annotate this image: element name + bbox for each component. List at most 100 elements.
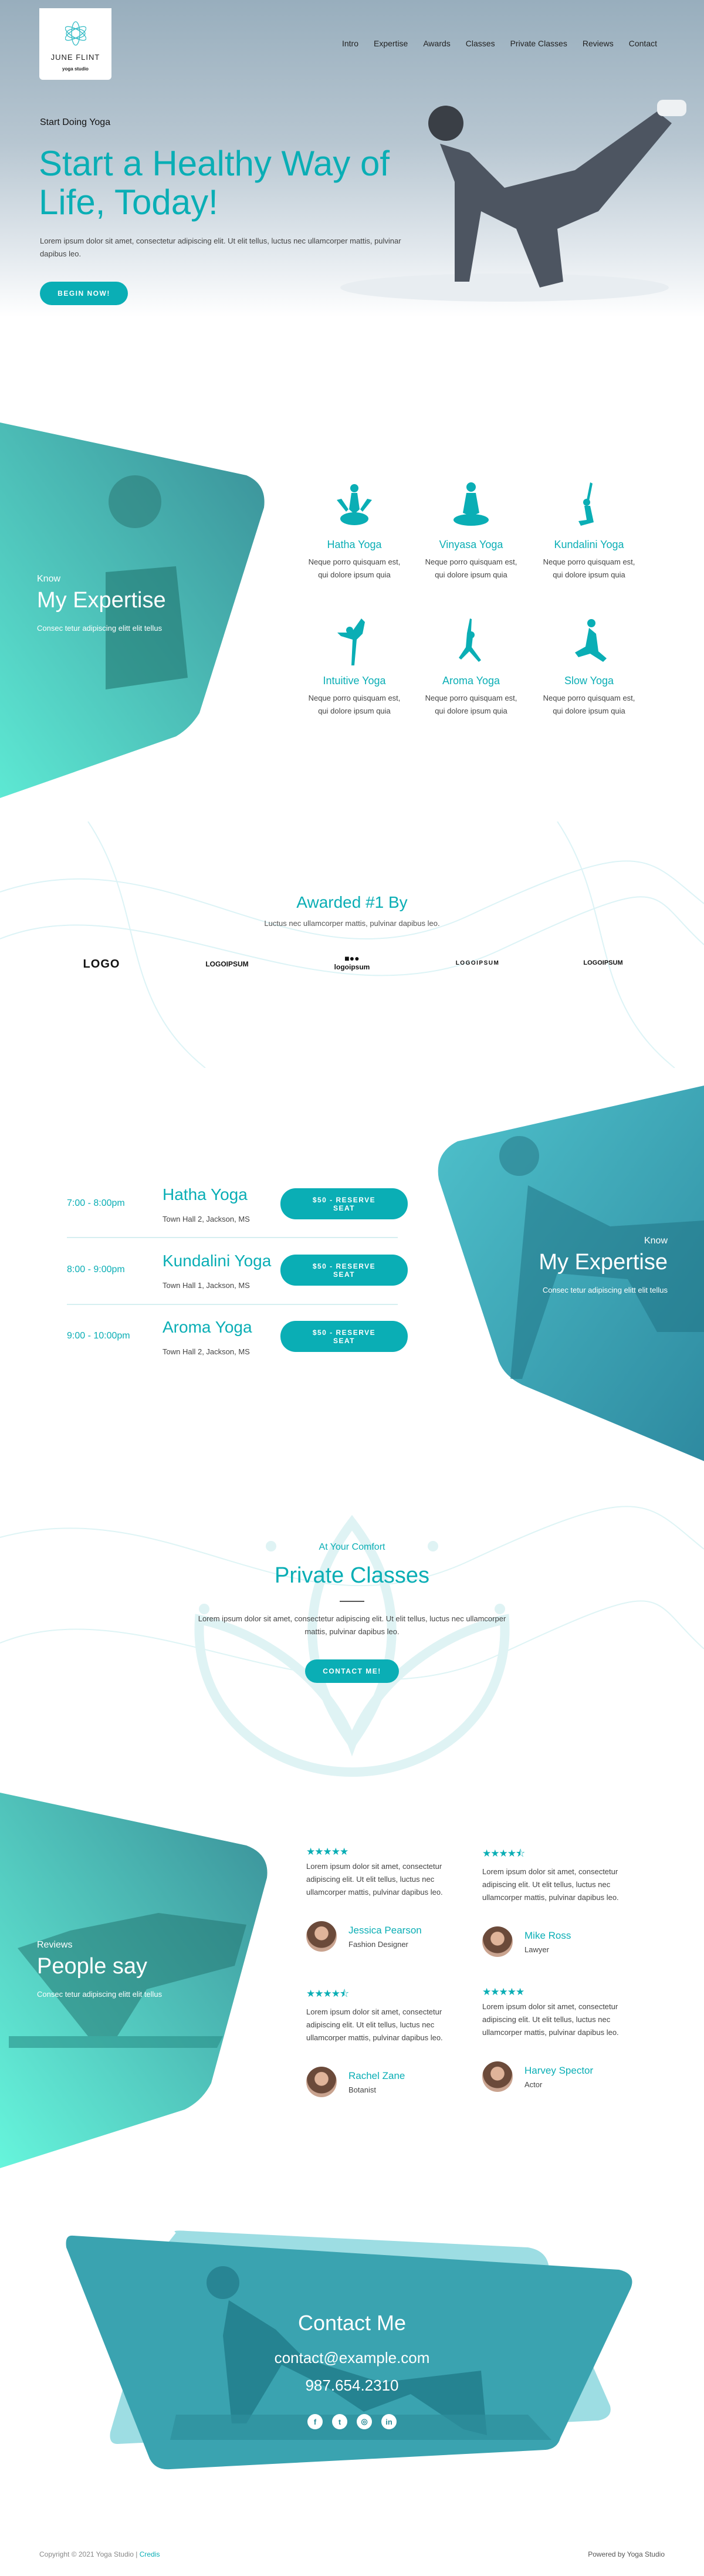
nav-classes[interactable]: Classes (466, 39, 495, 48)
avatar (482, 2061, 513, 2092)
nav-contact[interactable]: Contact (629, 39, 657, 48)
award-logo-1: LOGO (83, 958, 120, 971)
expertise-eyebrow: Know (37, 574, 61, 584)
reserve-seat-button[interactable]: $50 - RESERVE SEAT (280, 1321, 408, 1352)
expertise-item-text: Neque porro quisquam est, qui dolore ips… (308, 557, 401, 579)
begin-now-button[interactable]: BEGIN NOW! (40, 282, 128, 305)
social-links: f t ◎ in (307, 2414, 397, 2429)
award-logo-5: LOGOIPSUM (583, 959, 623, 966)
expertise-subtitle: Consec tetur adipiscing elitt elit tellu… (37, 624, 163, 633)
expertise-item: Aroma Yoga Neque porro quisquam est, qui… (421, 618, 521, 718)
reviewer-name: Jessica Pearson (348, 1924, 422, 1936)
class-time: 8:00 - 9:00pm (67, 1265, 125, 1275)
linkedin-icon[interactable]: in (381, 2414, 397, 2429)
review-card: ★★★★⯪ Lorem ipsum dolor sit amet, consec… (482, 1846, 635, 1957)
expertise-item-text: Neque porro quisquam est, qui dolore ips… (543, 557, 635, 579)
reviews-title: People say (37, 1954, 148, 1979)
expertise-item: Hatha Yoga Neque porro quisquam est, qui… (304, 482, 404, 582)
reviewer-name: Mike Ross (524, 1929, 571, 1941)
award-logo-3: ■●● logoipsum (334, 954, 370, 971)
reserve-seat-button[interactable]: $50 - RESERVE SEAT (280, 1188, 408, 1219)
divider (67, 1237, 398, 1238)
reviewer-role: Lawyer (524, 1945, 549, 1954)
review-text: Lorem ipsum dolor sit amet, consectetur … (482, 2002, 619, 2037)
expertise-item-title: Slow Yoga (564, 675, 614, 687)
facebook-icon[interactable]: f (307, 2414, 323, 2429)
nav-private-classes[interactable]: Private Classes (510, 39, 567, 48)
reviewer-name: Harvey Spector (524, 2064, 594, 2076)
reviews-panel-text: Reviews People say Consec tetur adipisci… (37, 1940, 162, 1999)
meditation-icon (421, 482, 521, 529)
contact-phone[interactable]: 987.654.2310 (0, 2376, 704, 2395)
classes-panel-subtitle: Consec tetur adipiscing elitt elit tellu… (542, 1286, 668, 1294)
reviews-eyebrow: Reviews (37, 1940, 73, 1950)
nav-reviews[interactable]: Reviews (583, 39, 614, 48)
contact-email[interactable]: contact@example.com (0, 2349, 704, 2367)
class-time: 7:00 - 8:00pm (67, 1198, 125, 1208)
award-logo-4: LOGOIPSUM (455, 960, 500, 966)
reviewer-name: Rachel Zane (348, 2070, 405, 2081)
reviewer-role: Fashion Designer (348, 1939, 408, 1949)
classes-panel-text: Know My Expertise Consec tetur adipiscin… (539, 1236, 668, 1294)
star-rating-icon: ★★★★★ (306, 1846, 348, 1857)
divider (67, 1304, 398, 1305)
awards-subtitle: Luctus nec ullamcorper mattis, pulvinar … (264, 919, 440, 928)
nav-intro[interactable]: Intro (342, 39, 358, 48)
class-location: Town Hall 2, Jackson, MS (163, 1347, 250, 1356)
expertise-panel-text: Know My Expertise Consec tetur adipiscin… (37, 574, 166, 633)
class-title: Kundalini Yoga (163, 1252, 272, 1270)
expertise-item: Intuitive Yoga Neque porro quisquam est,… (304, 618, 404, 718)
reserve-seat-button[interactable]: $50 - RESERVE SEAT (280, 1255, 408, 1286)
brand-tagline: yoga studio (62, 66, 89, 72)
title-divider (340, 1601, 364, 1602)
class-title: Hatha Yoga (163, 1185, 248, 1204)
hero-title: Start a Healthy Way of Life, Today! (39, 144, 390, 222)
nav-awards[interactable]: Awards (423, 39, 450, 48)
hero-eyebrow: Start Doing Yoga (40, 117, 111, 127)
reviewer-role: Botanist (348, 2085, 376, 2094)
expertise-item-title: Kundalini Yoga (554, 539, 624, 550)
credits-link[interactable]: Credis (140, 2550, 160, 2558)
hero-section: JUNE FLINT yoga studio Intro Expertise A… (0, 0, 704, 317)
expertise-item: Slow Yoga Neque porro quisquam est, qui … (539, 618, 639, 718)
award-logo-2: LOGOIPSUM (205, 960, 249, 968)
mermaid-pose-icon (539, 482, 639, 529)
avatar (482, 1926, 513, 1957)
twitter-icon[interactable]: t (332, 2414, 347, 2429)
contact-me-button[interactable]: CONTACT ME! (305, 1659, 399, 1683)
mandala-icon (65, 21, 86, 46)
review-card: ★★★★★ Lorem ipsum dolor sit amet, consec… (482, 1986, 635, 2092)
pigeon-pose-icon (539, 618, 639, 665)
instagram-icon[interactable]: ◎ (357, 2414, 372, 2429)
brand-logo[interactable]: JUNE FLINT yoga studio (39, 8, 111, 80)
warrior-pose-icon (421, 618, 521, 665)
main-nav: Intro Expertise Awards Classes Private C… (342, 39, 657, 48)
expertise-item-text: Neque porro quisquam est, qui dolore ips… (543, 694, 635, 715)
expertise-title: My Expertise (37, 588, 166, 613)
brand-name: JUNE FLINT (50, 53, 100, 62)
lotus-pose-icon (304, 482, 404, 529)
review-text: Lorem ipsum dolor sit amet, consectetur … (306, 1862, 443, 1896)
awards-title: Awarded #1 By (296, 893, 408, 911)
award-logo-3-text: logoipsum (334, 963, 370, 971)
hero-text: Lorem ipsum dolor sit amet, consectetur … (40, 236, 401, 258)
reviews-subtitle: Consec tetur adipiscing elitt elit tellu… (37, 1990, 163, 1999)
class-location: Town Hall 2, Jackson, MS (163, 1215, 250, 1223)
review-card: ★★★★⯪ Lorem ipsum dolor sit amet, consec… (306, 1986, 459, 2097)
expertise-item-title: Hatha Yoga (327, 539, 382, 550)
review-text: Lorem ipsum dolor sit amet, consectetur … (482, 1867, 619, 1902)
classes-panel-eyebrow: Know (644, 1236, 668, 1246)
star-rating-icon: ★★★★⯪ (482, 1848, 525, 1859)
copyright-text: Copyright © 2021 Yoga Studio | (39, 2550, 138, 2558)
expertise-item: Kundalini Yoga Neque porro quisquam est,… (539, 482, 639, 582)
expertise-item-text: Neque porro quisquam est, qui dolore ips… (425, 557, 517, 579)
expertise-item-text: Neque porro quisquam est, qui dolore ips… (308, 694, 401, 715)
class-location: Town Hall 1, Jackson, MS (163, 1281, 250, 1290)
footer-powered: Powered by Yoga Studio (588, 2550, 665, 2558)
review-card: ★★★★★ Lorem ipsum dolor sit amet, consec… (306, 1846, 459, 1952)
expertise-item-title: Aroma Yoga (442, 675, 500, 687)
avatar (306, 1921, 337, 1952)
nav-expertise[interactable]: Expertise (374, 39, 408, 48)
classes-panel-title: My Expertise (539, 1250, 668, 1275)
wave-background (0, 822, 704, 1068)
